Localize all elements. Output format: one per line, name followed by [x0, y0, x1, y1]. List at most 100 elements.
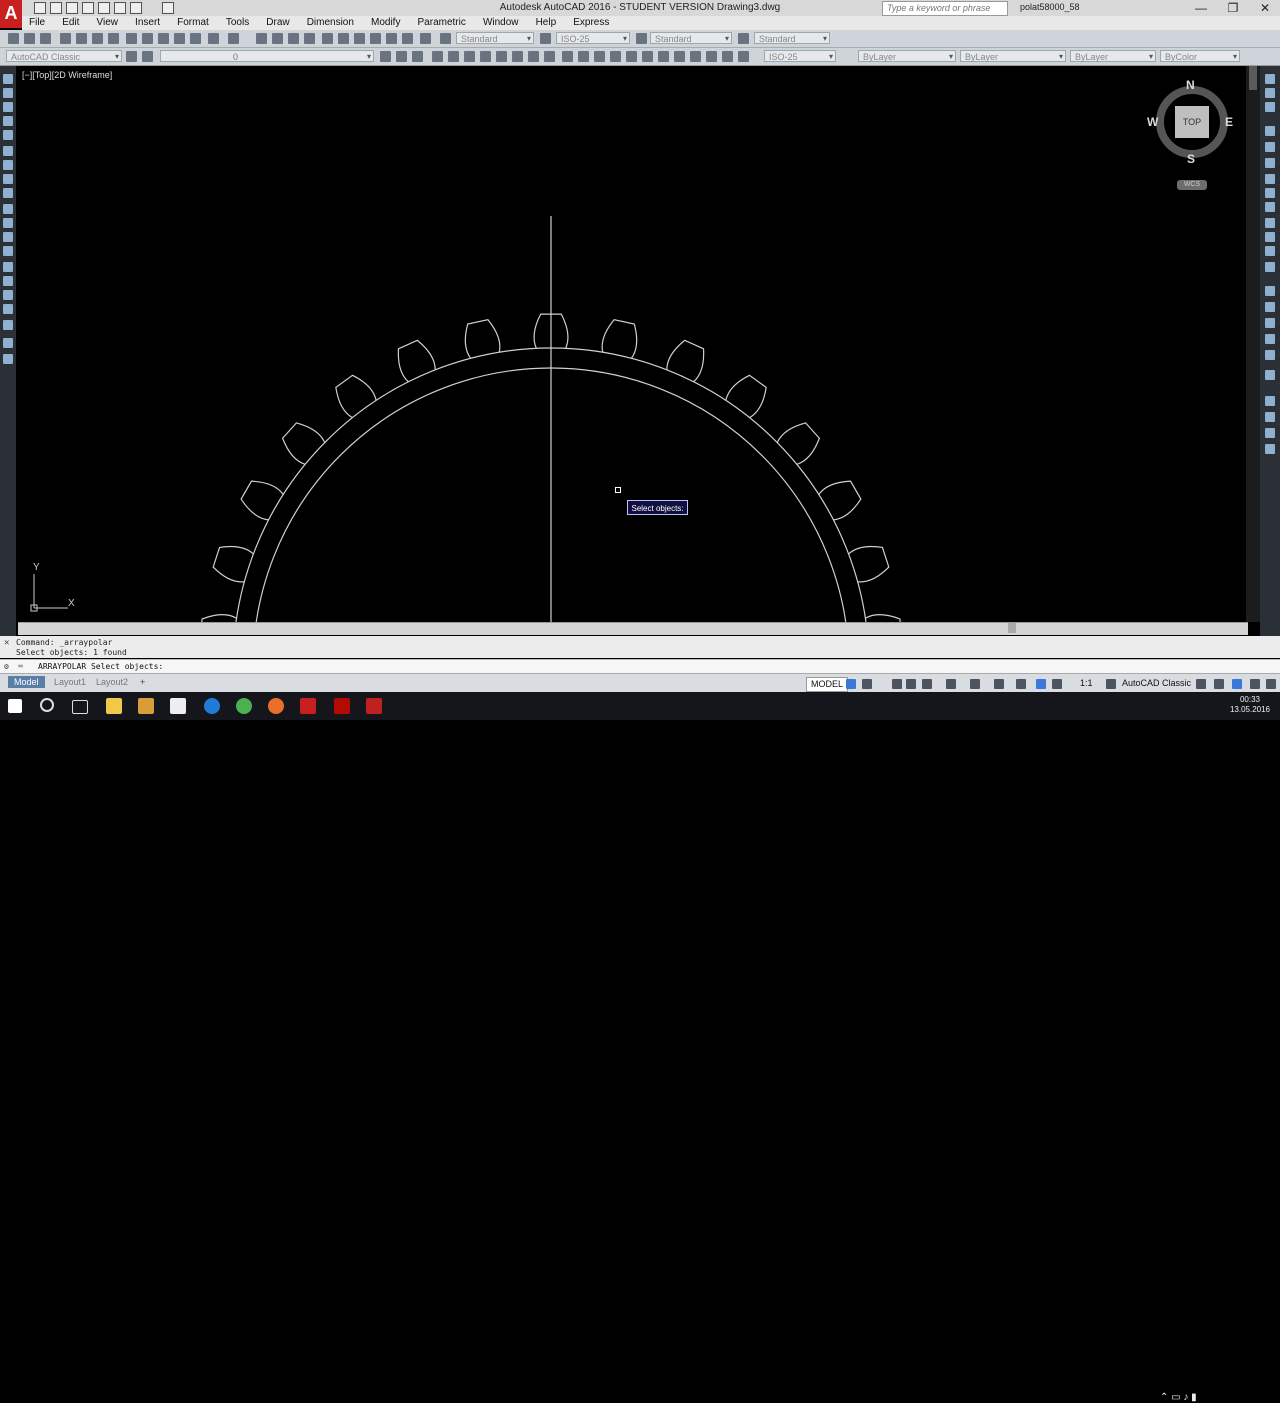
- plot-icon[interactable]: [60, 33, 71, 44]
- layer-properties-icon[interactable]: [142, 51, 153, 62]
- lineweight-icon[interactable]: [994, 679, 1004, 689]
- chamfer-icon[interactable]: [1265, 286, 1275, 296]
- layer-combo[interactable]: 0: [160, 50, 374, 63]
- markup-icon[interactable]: [386, 33, 397, 44]
- arc-icon[interactable]: [3, 146, 13, 156]
- dim-space-icon[interactable]: [610, 51, 621, 62]
- quickcalc-icon[interactable]: [402, 33, 413, 44]
- zoom-realtime-icon[interactable]: [272, 33, 283, 44]
- ellipse-icon[interactable]: [3, 204, 13, 214]
- windows-start-icon[interactable]: [8, 699, 22, 713]
- explode-icon[interactable]: [1265, 334, 1275, 344]
- lineweight-combo[interactable]: ByLayer: [1070, 50, 1156, 63]
- text-style-combo[interactable]: Standard: [456, 32, 534, 45]
- copy-icon[interactable]: [142, 33, 153, 44]
- tab-layout2[interactable]: Layout2: [90, 676, 134, 688]
- help-icon[interactable]: [420, 33, 431, 44]
- menu-tools[interactable]: Tools: [219, 16, 256, 30]
- viewport-controls-label[interactable]: [−][Top][2D Wireframe]: [22, 70, 112, 80]
- point-icon[interactable]: [3, 262, 13, 272]
- preview-icon[interactable]: [76, 33, 87, 44]
- user-account[interactable]: polat58000_58: [1020, 2, 1080, 12]
- extend-icon[interactable]: [1265, 232, 1275, 242]
- tab-layout1[interactable]: Layout1: [48, 676, 92, 688]
- menu-draw[interactable]: Draw: [259, 16, 296, 30]
- autocad-taskbar-icon[interactable]: [300, 698, 316, 714]
- rectangle-icon[interactable]: [3, 130, 13, 140]
- open-icon[interactable]: [24, 33, 35, 44]
- offset-icon[interactable]: [1265, 126, 1275, 136]
- continue-icon[interactable]: [594, 51, 605, 62]
- model-space-button[interactable]: MODEL: [806, 677, 849, 692]
- polar-icon[interactable]: [906, 679, 916, 689]
- menu-help[interactable]: Help: [529, 16, 564, 30]
- viewcube-top-face[interactable]: TOP: [1175, 106, 1209, 138]
- isolate-objects-icon[interactable]: [1232, 679, 1242, 689]
- cut-icon[interactable]: [126, 33, 137, 44]
- undo-icon[interactable]: [208, 33, 219, 44]
- add-layout-button[interactable]: +: [134, 676, 151, 688]
- ordinate-icon[interactable]: [480, 51, 491, 62]
- break-icon[interactable]: [1265, 246, 1275, 256]
- mirror-icon[interactable]: [1265, 102, 1275, 112]
- tab-model[interactable]: Model: [8, 676, 45, 688]
- revision-cloud-icon[interactable]: [3, 174, 13, 184]
- save-as-icon[interactable]: [82, 2, 94, 14]
- stretch-icon[interactable]: [1265, 202, 1275, 212]
- undo-icon[interactable]: [114, 2, 126, 14]
- restore-button[interactable]: ❐: [1218, 0, 1248, 16]
- center-mark-icon[interactable]: [658, 51, 669, 62]
- make-current-icon[interactable]: [380, 51, 391, 62]
- dim-style-combo-2[interactable]: ISO-25: [764, 50, 836, 63]
- grid-icon[interactable]: [846, 679, 856, 689]
- menu-edit[interactable]: Edit: [55, 16, 86, 30]
- match-properties-icon[interactable]: [174, 33, 185, 44]
- task-view-icon[interactable]: [72, 700, 88, 714]
- mleader-style-combo[interactable]: Standard: [754, 32, 830, 45]
- save-icon[interactable]: [40, 33, 51, 44]
- chrome-icon[interactable]: [236, 698, 252, 714]
- attribute-edit-icon[interactable]: [1265, 428, 1275, 438]
- new-file-icon[interactable]: [34, 2, 46, 14]
- vertical-scrollbar[interactable]: [1246, 66, 1260, 622]
- zoom-window-icon[interactable]: [288, 33, 299, 44]
- jogged-dim-icon[interactable]: [512, 51, 523, 62]
- menu-modify[interactable]: Modify: [364, 16, 407, 30]
- plotstyle-combo[interactable]: ByColor: [1160, 50, 1240, 63]
- quick-dim-icon[interactable]: [562, 51, 573, 62]
- edit-spline-icon[interactable]: [1265, 370, 1275, 380]
- table-style-combo[interactable]: Standard: [650, 32, 732, 45]
- zoom-previous-icon[interactable]: [304, 33, 315, 44]
- workspace-switch-icon[interactable]: [1106, 679, 1116, 689]
- dimedit-icon[interactable]: [706, 51, 717, 62]
- horizontal-scrollbar[interactable]: [18, 622, 1248, 635]
- media-app-icon[interactable]: [138, 698, 154, 714]
- tolerance-icon[interactable]: [642, 51, 653, 62]
- system-tray-icons[interactable]: ⌃ ▭ ♪ ▮: [1160, 1392, 1197, 1403]
- workspace-settings-icon[interactable]: [126, 51, 137, 62]
- command-prompt[interactable]: ARRAYPOLAR Select objects:: [38, 660, 163, 673]
- polygon-icon[interactable]: [3, 116, 13, 126]
- menu-dimension[interactable]: Dimension: [300, 16, 361, 30]
- menu-insert[interactable]: Insert: [128, 16, 167, 30]
- aligned-dim-icon[interactable]: [448, 51, 459, 62]
- line-icon[interactable]: [3, 74, 13, 84]
- menu-format[interactable]: Format: [170, 16, 216, 30]
- wcs-menu[interactable]: WCS: [1177, 180, 1207, 190]
- store-icon[interactable]: [170, 698, 186, 714]
- layer-states-icon[interactable]: [412, 51, 423, 62]
- auto-scale-icon[interactable]: [1052, 679, 1062, 689]
- copy-object-icon[interactable]: [1265, 88, 1275, 98]
- diameter-dim-icon[interactable]: [528, 51, 539, 62]
- compass-north[interactable]: N: [1186, 78, 1195, 92]
- wrench-icon[interactable]: ⚙: [4, 660, 9, 673]
- qnew-icon[interactable]: [8, 33, 19, 44]
- clean-screen-icon[interactable]: [1250, 679, 1260, 689]
- transparency-icon[interactable]: [1016, 679, 1026, 689]
- vertical-scroll-thumb[interactable]: [1249, 66, 1257, 90]
- taskbar-clock[interactable]: 00:33 13.05.2016: [1226, 695, 1274, 715]
- close-icon[interactable]: ✕: [4, 638, 9, 648]
- compass-south[interactable]: S: [1187, 152, 1195, 166]
- menu-file[interactable]: File: [22, 16, 52, 30]
- print-icon[interactable]: [98, 2, 110, 14]
